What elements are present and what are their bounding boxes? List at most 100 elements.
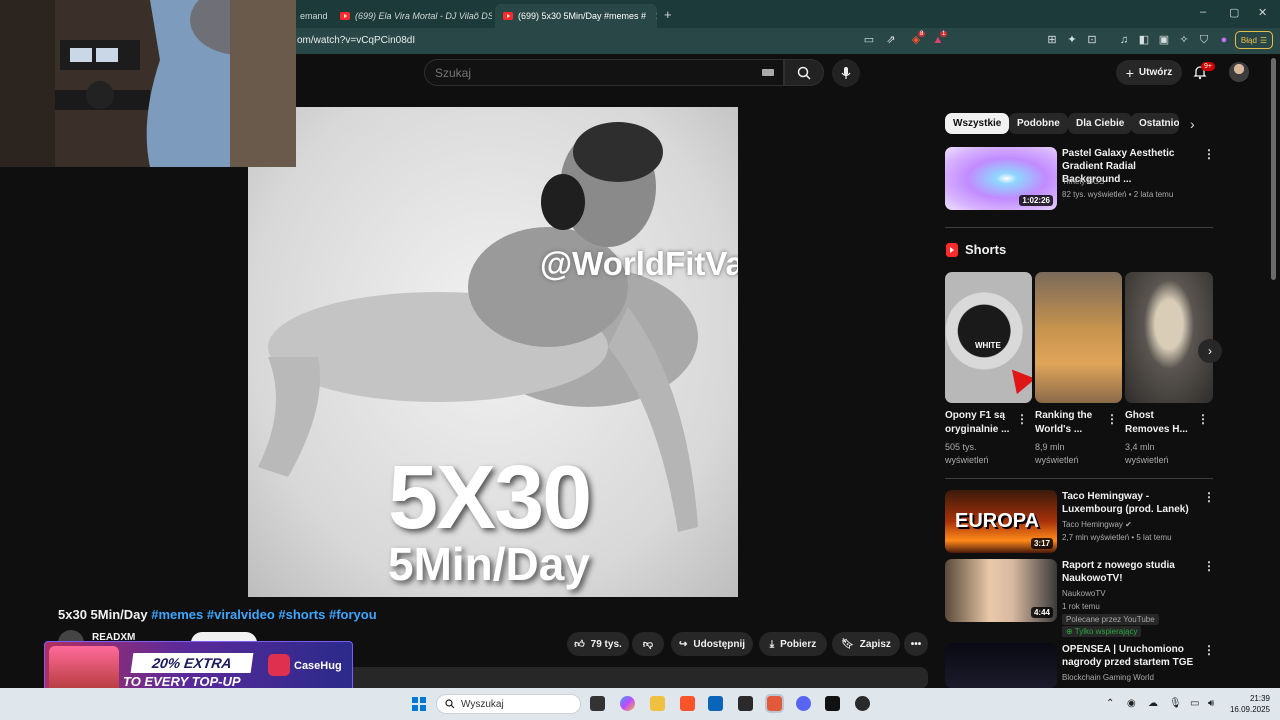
channel-name[interactable]: NaukowoTV — [1062, 588, 1106, 599]
brave-browser-icon[interactable] — [680, 696, 695, 711]
copilot-icon[interactable] — [620, 696, 635, 711]
short-thumbnail[interactable] — [1035, 272, 1122, 403]
short-thumbnail[interactable]: WHITE — [945, 272, 1032, 403]
download-button[interactable]: ⤓ Pobierz — [759, 632, 827, 656]
brave-active-icon[interactable] — [765, 694, 784, 713]
arrow-icon — [1002, 361, 1032, 395]
share-icon[interactable]: ⇗ — [884, 33, 898, 47]
dislike-button[interactable]: 👎︎ — [632, 632, 664, 656]
maximize-button[interactable]: ▢ — [1229, 6, 1239, 19]
music-icon[interactable]: ♫ — [1117, 33, 1131, 47]
profile-extension-icon[interactable]: ● — [1217, 33, 1231, 47]
taskbar-search[interactable]: Wyszukaj — [436, 694, 581, 714]
app-icon[interactable] — [738, 696, 753, 711]
chevron-up-icon[interactable]: ⌃ — [1106, 698, 1114, 709]
video-hashtags[interactable]: #memes #viralvideo #shorts #foryou — [148, 607, 376, 622]
wallet-icon[interactable]: ▣ — [1157, 33, 1171, 47]
cast-icon[interactable]: ▭ — [862, 33, 876, 47]
translate-icon[interactable]: ⊞ — [1045, 33, 1059, 47]
account-avatar[interactable] — [1229, 62, 1249, 82]
windows-taskbar — [0, 688, 1280, 720]
more-vert-icon[interactable]: ⋮ — [1203, 559, 1215, 573]
close-icon[interactable]: ✕ — [655, 10, 657, 23]
channel-name[interactable]: Taco Hemingway ✔ — [1062, 519, 1132, 530]
short-title[interactable]: Ghost Removes H... — [1125, 409, 1201, 437]
vpn-shield-icon[interactable]: ⛉ — [1197, 33, 1211, 47]
like-button[interactable]: 👍︎ 79 tys. — [567, 632, 629, 656]
task-view-icon[interactable] — [590, 696, 605, 711]
share-button[interactable]: ↪ Udostępnij — [671, 632, 753, 656]
tab-current-video[interactable]: (699) 5x30 5Min/Day #memes # ✕ — [495, 4, 657, 28]
microphone-icon[interactable]: 🎙︎ — [1169, 698, 1182, 709]
search-input[interactable] — [435, 60, 755, 85]
video-title[interactable]: OPENSEA | Uruchomiono nagrody przed star… — [1062, 643, 1197, 669]
video-title[interactable]: Taco Hemingway - Luxembourg (prod. Lanek… — [1062, 490, 1197, 516]
channel-name[interactable]: Blockchain Gaming World — [1062, 672, 1154, 683]
video-title[interactable]: Raport z nowego studia NaukowoTV! — [1062, 559, 1197, 585]
close-window-button[interactable]: ✕ — [1258, 6, 1267, 19]
video-thumbnail[interactable] — [945, 643, 1057, 688]
video-overlay-big-text: 5X30 — [388, 448, 592, 548]
tray-app-icon[interactable]: ◉ — [1127, 698, 1136, 709]
more-vert-icon[interactable]: ⋮ — [1197, 412, 1209, 426]
short-views-label: wyświetleń — [945, 455, 989, 465]
more-actions-button[interactable]: ••• — [904, 632, 928, 656]
tab-ela-vira-mortal[interactable]: (699) Ela Vira Mortal - DJ Vilaõ DS — [332, 4, 492, 28]
short-title[interactable]: Ranking the World's ... — [1035, 409, 1111, 437]
chip-for-you[interactable]: Dla Ciebie — [1068, 113, 1133, 134]
tab-demand[interactable]: emand — [292, 4, 328, 28]
app-icon[interactable] — [855, 696, 870, 711]
chip-related[interactable]: Podobne — [1009, 113, 1068, 134]
thumbs-down-icon: 👎︎ — [642, 639, 654, 650]
short-title[interactable]: Opony F1 są oryginalnie ... — [945, 409, 1021, 437]
short-thumbnail[interactable] — [1125, 272, 1213, 403]
shorts-next-button[interactable]: › — [1198, 339, 1222, 363]
chevron-right-icon[interactable]: › — [1190, 116, 1195, 132]
bookmark-icon: 🔖︎ — [841, 638, 854, 650]
verified-icon: ✔ — [1125, 520, 1132, 529]
youtube-favicon-icon — [340, 12, 350, 20]
epic-games-icon[interactable] — [825, 696, 840, 711]
chip-recent[interactable]: Ostatnio — [1131, 113, 1179, 134]
network-icon[interactable]: ▭ — [1190, 698, 1199, 709]
more-vert-icon[interactable]: ⋮ — [1203, 490, 1215, 504]
system-clock[interactable]: 21:39 16.09.2025 — [1228, 693, 1270, 715]
video-player[interactable]: @WorldFitVa 5X30 5Min/Day — [248, 107, 738, 597]
more-vert-icon[interactable]: ⋮ — [1203, 643, 1215, 657]
short-overlay-text: WHITE — [975, 341, 1001, 350]
create-label: Utwórz — [1138, 67, 1173, 78]
microsoft-store-icon[interactable] — [708, 696, 723, 711]
more-vert-icon[interactable]: ⋮ — [1106, 412, 1118, 426]
page-scrollbar[interactable] — [1271, 58, 1276, 280]
keyboard-icon[interactable] — [762, 69, 774, 76]
more-vert-icon[interactable]: ⋮ — [1016, 412, 1028, 426]
windows-start-icon[interactable] — [412, 697, 426, 711]
channel-name[interactable]: Timely BGS — [1062, 176, 1104, 187]
error-label: Błąd — [1240, 35, 1257, 45]
sidebar-toggle-icon[interactable]: ◧ — [1137, 33, 1151, 47]
video-thumbnail[interactable]: 4:44 — [945, 559, 1057, 622]
video-thumbnail[interactable]: EUROPA 3:17 — [945, 490, 1057, 553]
casehug-logo-icon — [268, 654, 290, 676]
clock-date: 16.09.2025 — [1229, 705, 1270, 714]
create-button[interactable]: + Utwórz — [1116, 60, 1182, 85]
video-thumbnail[interactable]: 1:02:26 — [945, 147, 1057, 210]
new-tab-button[interactable]: + — [664, 7, 672, 22]
cloud-icon[interactable]: ☁ — [1148, 698, 1158, 709]
more-vert-icon[interactable]: ⋮ — [1203, 147, 1215, 161]
error-menu-button[interactable]: Błąd ☰ — [1235, 31, 1273, 49]
screenshot-icon[interactable]: ⊡ — [1085, 33, 1099, 47]
discord-icon[interactable] — [796, 696, 811, 711]
members-only-badge: ⊕ Tylko wspierający — [1062, 626, 1142, 637]
save-label: Zapisz — [859, 638, 891, 650]
voice-search-button[interactable] — [832, 59, 860, 87]
leo-ai-icon[interactable]: ✧ — [1177, 33, 1191, 47]
chip-all[interactable]: Wszystkie — [945, 113, 1010, 134]
volume-icon[interactable]: 🔊︎ — [1208, 698, 1214, 709]
extensions-icon[interactable]: ✦ — [1065, 33, 1079, 47]
file-explorer-icon[interactable] — [650, 696, 665, 711]
minimize-button[interactable]: – — [1200, 6, 1206, 18]
save-button[interactable]: 🔖︎ Zapisz — [832, 632, 900, 656]
search-button[interactable] — [784, 59, 824, 86]
url-field[interactable]: om/watch?v=vCqPCin08dI — [297, 35, 415, 46]
